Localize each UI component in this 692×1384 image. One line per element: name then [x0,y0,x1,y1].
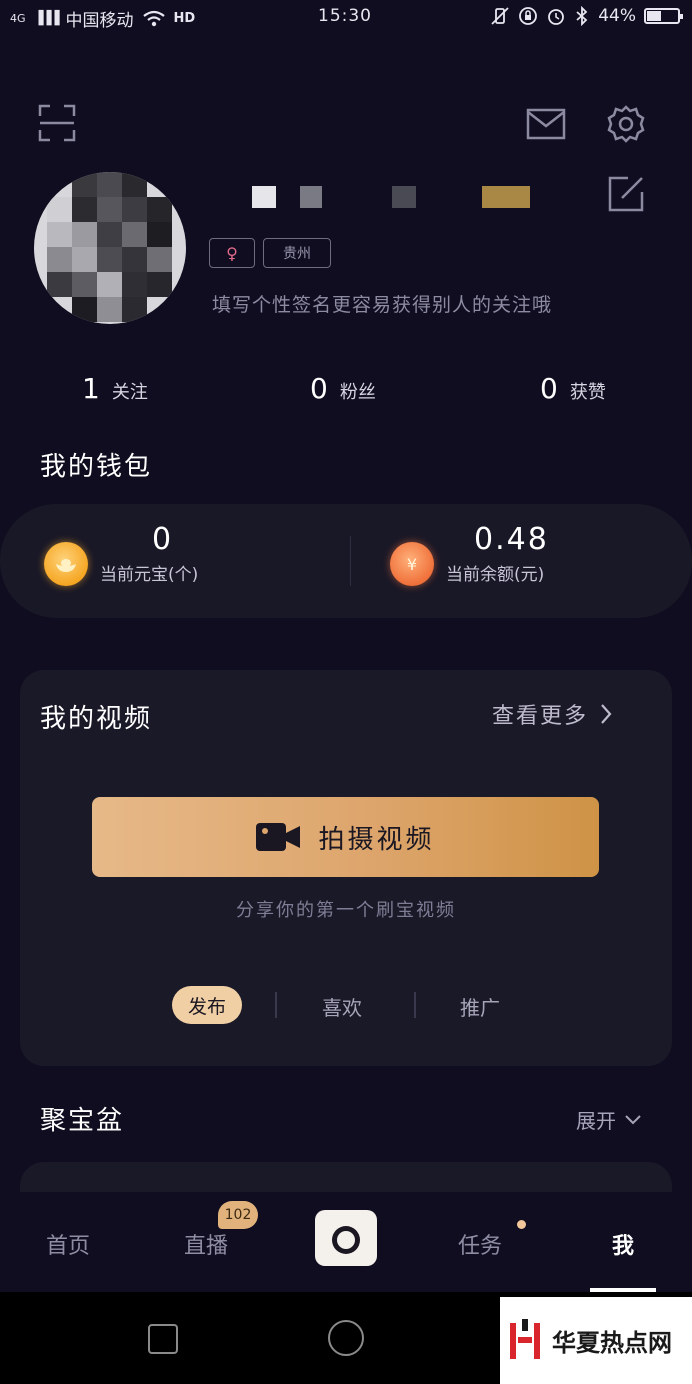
edit-profile-icon[interactable] [608,176,644,212]
stat-following-count: 1 [82,372,100,405]
username-obscured [210,182,550,210]
money-bag-glyph: ¥ [406,554,418,574]
tab-promote[interactable]: 推广 [460,992,500,1021]
status-bar: 4G ▐▐▐ 中国移动 HD 15:30 44% [0,0,692,36]
stat-likes-count: 0 [540,372,558,405]
recent-apps-button[interactable] [148,1324,178,1354]
expand-toggle[interactable]: 展开 [576,1105,642,1134]
battery-percent: 44% [598,6,636,26]
balance-label: 当前余额(元) [446,565,545,585]
status-right: 44% [490,6,683,26]
share-hint-text: 分享你的第一个刷宝视频 [236,900,456,921]
battery-icon [644,8,683,24]
ingot-label: 当前元宝(个) [100,565,199,585]
shoot-video-button[interactable]: 拍摄视频 [92,797,599,877]
expand-label: 展开 [576,1109,616,1133]
stat-following[interactable]: 1 关注 [82,372,148,405]
carrier-name: 中国移动 [65,11,134,31]
wallet-title: 我的钱包 [40,452,153,482]
scan-icon[interactable] [38,104,76,142]
view-more-label: 查看更多 [492,704,589,729]
network-type: 4G [10,12,26,25]
nav-home[interactable]: 首页 [46,1228,90,1260]
video-camera-icon [256,823,301,851]
location-tag: 贵州 [263,238,331,268]
stat-likes[interactable]: 0 获赞 [540,372,606,405]
balance-value: 0.48 [474,522,549,557]
my-videos-title: 我的视频 [40,704,153,734]
gender-tag: ♀ [209,238,255,268]
tab-separator [275,992,277,1018]
chevron-down-icon [625,1114,641,1124]
bluetooth-icon [576,6,588,26]
lock-rotation-icon [519,7,538,25]
treasure-title: 聚宝盆 [40,1106,125,1136]
nav-tasks[interactable]: 任务 [458,1228,502,1260]
mail-icon[interactable] [526,108,566,140]
vibrate-off-icon [491,7,509,25]
stat-following-label: 关注 [111,382,148,403]
signal-icon: ▐▐▐ [33,11,60,26]
camera-button[interactable] [315,1210,377,1266]
stat-fans-label: 粉丝 [339,382,376,403]
status-time: 15:30 [318,6,372,26]
camera-icon [332,1210,360,1254]
watermark-text: 华夏热点网 [552,1328,672,1357]
chevron-right-icon [601,704,612,724]
ingot-value: 0 [152,522,174,557]
signature-text[interactable]: 填写个性签名更容易获得别人的关注哦 [212,290,552,317]
home-button[interactable] [328,1320,364,1356]
shoot-video-label: 拍摄视频 [318,824,435,855]
stat-fans-count: 0 [310,372,328,405]
watermark-logo [508,1318,542,1363]
status-left: 4G ▐▐▐ 中国移动 HD [10,6,195,31]
live-count-badge: 102 [218,1201,258,1229]
view-more-link[interactable]: 查看更多 [492,698,612,730]
tab-publish[interactable]: 发布 [172,986,242,1024]
avatar[interactable] [34,172,186,324]
tab-separator [414,992,416,1018]
stat-fans[interactable]: 0 粉丝 [310,372,376,405]
alarm-icon [548,9,565,25]
wallet-divider [350,536,351,586]
tasks-notification-dot [517,1220,526,1229]
watermark: 华夏热点网 [500,1297,692,1384]
gear-icon[interactable] [606,104,646,144]
hd-call-icon: HD [173,11,196,26]
ingot-icon [44,542,88,586]
nav-me[interactable]: 我 [612,1228,634,1260]
money-bag-icon: ¥ [390,542,434,586]
nav-live[interactable]: 直播 [184,1228,228,1260]
wifi-icon [142,10,165,26]
tab-liked[interactable]: 喜欢 [322,992,362,1021]
stat-likes-label: 获赞 [569,382,606,403]
